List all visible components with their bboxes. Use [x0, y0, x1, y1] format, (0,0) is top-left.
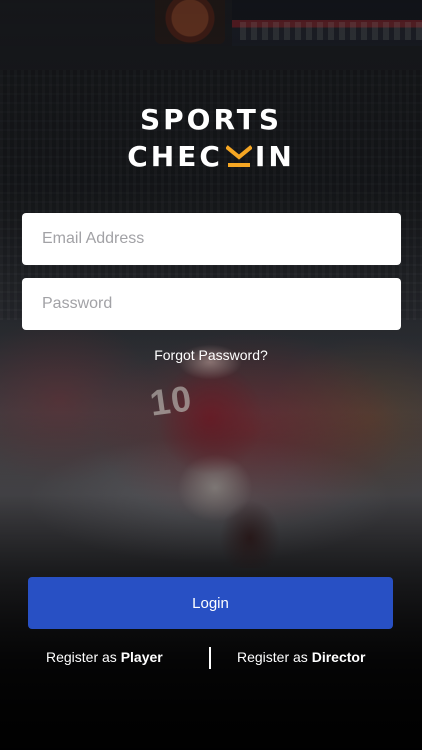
forgot-password-link[interactable]: Forgot Password? — [0, 347, 422, 363]
password-field[interactable] — [22, 278, 401, 330]
logo-word-checkin-end: IN — [254, 140, 295, 173]
register-player-prefix: Register as — [46, 649, 121, 665]
register-divider — [209, 647, 211, 669]
register-options: Register as Player Register as Director — [0, 647, 422, 669]
register-player-link[interactable]: Register as Player — [46, 649, 163, 665]
register-director-prefix: Register as — [237, 649, 312, 665]
login-screen: 10 SPORTS CHEC IN Forgot Password? Login… — [0, 0, 422, 750]
checkmark-k-icon — [225, 144, 252, 170]
login-button[interactable]: Login — [28, 577, 393, 629]
logo-word-checkin-start: CHEC — [127, 140, 223, 173]
register-director-role: Director — [311, 649, 366, 665]
email-field[interactable] — [22, 213, 401, 265]
register-player-role: Player — [120, 649, 163, 665]
register-director-link[interactable]: Register as Director — [237, 649, 365, 665]
logo-word-sports: SPORTS — [139, 103, 283, 136]
logo-word-checkin: CHEC IN — [127, 141, 295, 173]
app-logo: SPORTS CHEC IN — [0, 104, 422, 173]
